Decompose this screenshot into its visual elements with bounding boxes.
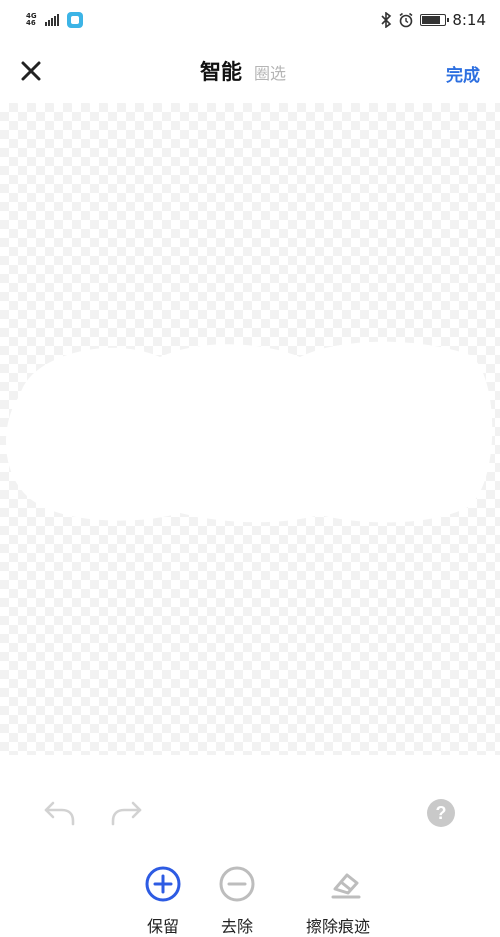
screen: 4G 46 8:14 智能 圈选 完成 ? 保留 去除 擦除痕迹: [0, 0, 500, 937]
bluetooth-icon: [381, 12, 392, 28]
app-notification-icon: [66, 12, 83, 28]
status-time: 8:14: [452, 11, 486, 29]
network-sub-label: 46: [26, 19, 36, 27]
help-button[interactable]: ?: [427, 799, 455, 827]
erase-tool-button[interactable]: 擦除痕迹: [306, 865, 370, 937]
redo-icon: [111, 801, 142, 826]
selection-mask: [6, 341, 493, 523]
status-left: 4G 46: [26, 12, 83, 28]
undo-icon: [44, 801, 75, 826]
redo-button[interactable]: [110, 799, 144, 827]
battery-fill: [422, 16, 441, 24]
status-right: 8:14: [380, 11, 486, 29]
remove-tool-label: 去除: [220, 917, 253, 936]
close-button[interactable]: [18, 58, 44, 84]
remove-tool-button[interactable]: 去除: [218, 865, 256, 937]
eraser-icon: [331, 873, 361, 899]
signal-icon: [44, 14, 59, 26]
top-toolbar: 智能 圈选 完成: [0, 48, 500, 98]
network-type: 4G 46: [26, 13, 37, 27]
plus-circle-icon: [145, 866, 181, 902]
mode-tab-lasso[interactable]: 圈选: [254, 60, 286, 84]
minus-circle-icon: [219, 866, 255, 902]
edit-canvas[interactable]: [0, 103, 500, 755]
status-bar: 4G 46 8:14: [0, 0, 500, 40]
done-button[interactable]: 完成: [446, 61, 480, 86]
keep-tool-button[interactable]: 保留: [144, 865, 182, 937]
mode-switcher: 智能 圈选: [200, 56, 286, 86]
close-icon: [21, 61, 41, 81]
keep-tool-label: 保留: [146, 917, 179, 936]
bottom-panel: ? 保留 去除 擦除痕迹: [0, 755, 500, 937]
battery-icon: [420, 14, 450, 26]
mode-tab-smart[interactable]: 智能: [200, 56, 242, 86]
undo-button[interactable]: [42, 799, 76, 827]
alarm-icon: [399, 12, 413, 28]
erase-tool-label: 擦除痕迹: [306, 917, 371, 936]
